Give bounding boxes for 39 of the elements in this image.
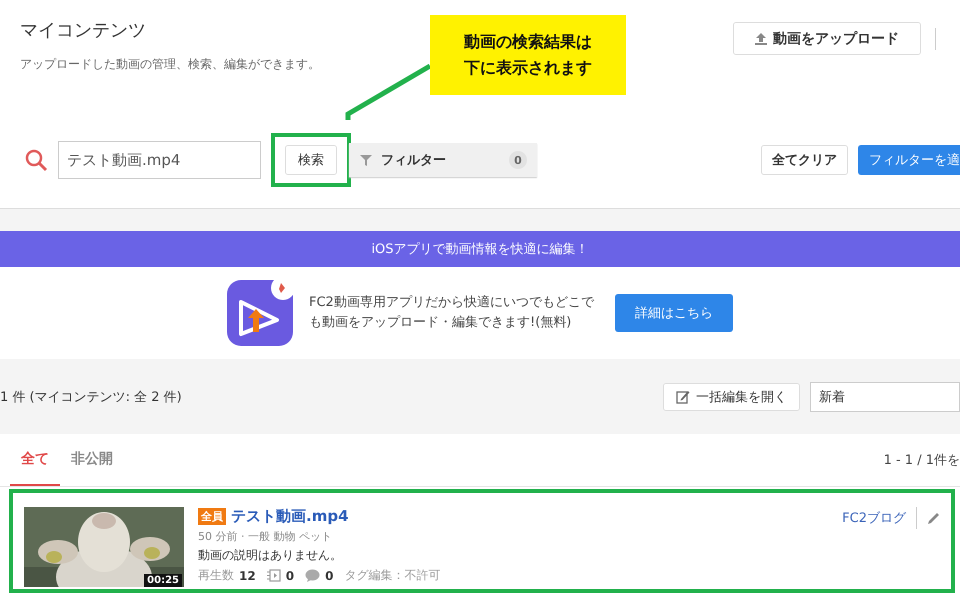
bulk-edit-button[interactable]: 一括編集を開く: [663, 382, 800, 410]
sort-select[interactable]: 新着: [810, 382, 960, 412]
blog-link[interactable]: FC2ブログ: [842, 509, 906, 527]
tag-edit-status: タグ編集：不許可: [344, 567, 440, 584]
video-meta: 50 分前 · 一般 動物 ペット: [198, 529, 333, 544]
pagination-text: 1 - 1 / 1件を: [884, 452, 960, 469]
upload-icon: [755, 32, 767, 45]
result-count: 1 件 (マイコンテンツ: 全 2 件): [0, 388, 183, 406]
search-button[interactable]: 検索: [285, 145, 337, 175]
funnel-icon: [359, 153, 373, 167]
app-icon: [227, 280, 293, 346]
filter-count: 0: [509, 151, 527, 169]
video-description: 動画の説明はありません。: [198, 547, 343, 564]
promo-text: FC2動画専用アプリだから快適にいつでもどこでも動画をアップロード・編集できます!(無料): [309, 294, 596, 332]
duration-label: 00:25: [144, 574, 182, 587]
playlist-icon: [266, 569, 281, 582]
callout-line: 動画の検索結果は: [464, 31, 592, 54]
search-icon: [24, 148, 48, 172]
visibility-badge: 全員: [198, 508, 226, 525]
edit-icon: [676, 390, 690, 404]
upload-button[interactable]: 動画をアップロード: [733, 22, 921, 55]
search-field[interactable]: テスト動画.mp4: [58, 141, 261, 179]
page-subtitle: アップロードした動画の管理、検索、編集ができます。: [20, 56, 320, 73]
pencil-icon[interactable]: [927, 511, 941, 525]
comment-count: 0: [325, 568, 334, 582]
views-label: 再生数: [198, 567, 234, 584]
details-button[interactable]: 詳細はこちら: [615, 294, 733, 332]
filter-button[interactable]: フィルター 0: [349, 143, 537, 177]
video-title[interactable]: テスト動画.mp4: [231, 507, 349, 526]
clear-all-button[interactable]: 全てクリア: [761, 145, 848, 175]
banner-text: iOSアプリで動画情報を快適に編集！: [371, 241, 589, 258]
apply-filter-button[interactable]: フィルターを適: [858, 145, 960, 175]
tab[interactable]: 非公開: [60, 434, 124, 486]
callout-line: 下に表示されます: [464, 57, 592, 79]
tab[interactable]: 全て: [10, 434, 60, 486]
page-title: マイコンテンツ: [20, 19, 147, 42]
playlist-count: 0: [286, 568, 294, 582]
comment-icon: [305, 569, 320, 582]
view-count: 12: [239, 568, 256, 582]
